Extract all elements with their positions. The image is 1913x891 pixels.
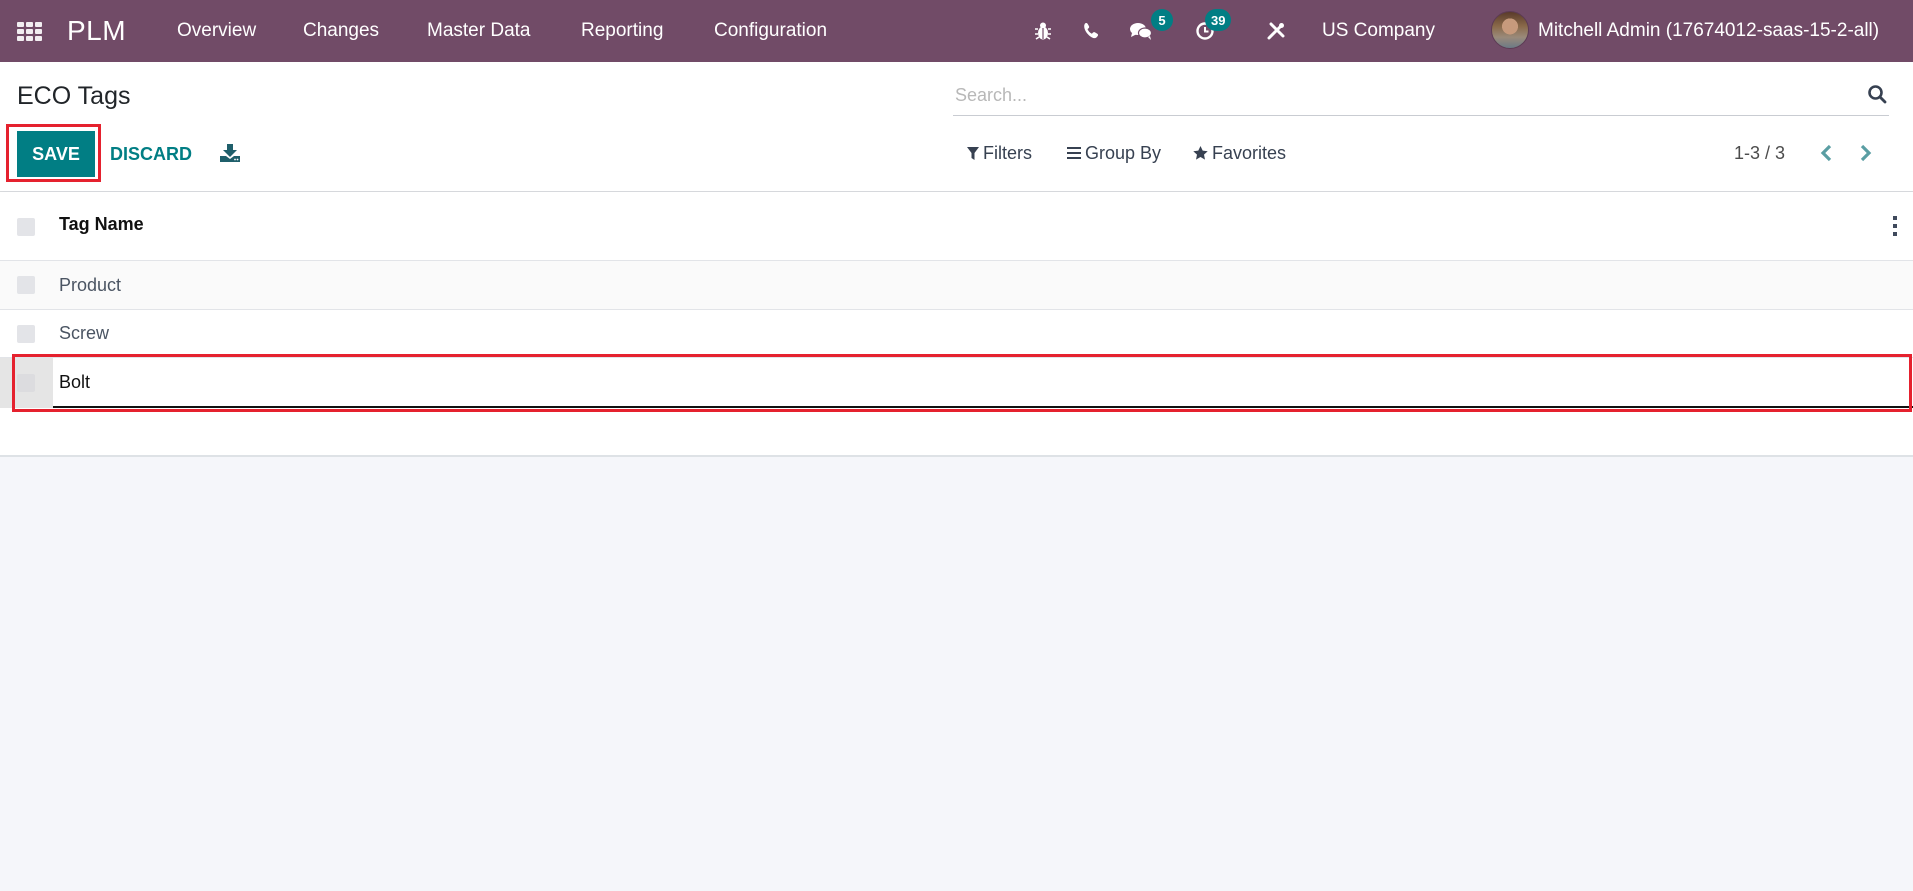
row-checkbox[interactable] (17, 325, 35, 343)
row-checkbox[interactable] (17, 374, 35, 392)
table-row[interactable]: Screw (0, 310, 1913, 358)
column-header-tag-name[interactable]: Tag Name (59, 214, 144, 235)
user-avatar[interactable] (1491, 11, 1529, 49)
favorites-button[interactable]: Favorites (1193, 140, 1286, 166)
download-icon[interactable] (218, 140, 242, 166)
menu-master-data[interactable]: Master Data (427, 0, 530, 62)
control-panel: ECO Tags SAVE DISCARD Filters Group By F… (0, 62, 1913, 192)
top-navbar: PLM Overview Changes Master Data Reporti… (0, 0, 1913, 62)
tags-list: Tag Name Product Screw (0, 192, 1913, 457)
activities-badge: 39 (1205, 9, 1232, 31)
tag-name-cell: Product (59, 275, 122, 295)
chat-icon[interactable] (1128, 0, 1154, 62)
tools-icon[interactable] (1263, 0, 1289, 62)
messages-badge: 5 (1151, 9, 1173, 31)
company-switcher[interactable]: US Company (1322, 0, 1435, 62)
pager-next-icon[interactable] (1852, 138, 1880, 168)
groupby-button[interactable]: Group By (1067, 140, 1161, 166)
menu-overview[interactable]: Overview (177, 0, 256, 62)
tag-name-cell: Screw (59, 323, 110, 343)
pager-value[interactable]: 1-3 / 3 (1734, 140, 1785, 166)
pager-previous-icon[interactable] (1812, 138, 1840, 168)
tag-name-input[interactable] (53, 358, 1913, 408)
apps-menu-icon[interactable] (17, 0, 44, 62)
phone-icon[interactable] (1078, 0, 1104, 62)
save-button[interactable]: SAVE (17, 131, 95, 177)
select-all-checkbox[interactable] (17, 218, 35, 236)
menu-reporting[interactable]: Reporting (581, 0, 663, 62)
discard-button[interactable]: DISCARD (110, 131, 192, 177)
menu-configuration[interactable]: Configuration (714, 0, 827, 62)
search-input[interactable] (955, 80, 1835, 110)
optional-columns-icon[interactable] (1891, 216, 1899, 236)
search-icon[interactable] (1867, 84, 1889, 106)
filter-icon (967, 146, 979, 160)
filters-label: Filters (983, 142, 1032, 163)
table-header: Tag Name (0, 192, 1913, 261)
star-icon (1193, 146, 1208, 160)
groupby-label: Group By (1085, 142, 1162, 163)
bug-icon[interactable] (1030, 0, 1056, 62)
editing-row[interactable] (0, 358, 1913, 408)
menu-changes[interactable]: Changes (303, 0, 379, 62)
favorites-label: Favorites (1212, 142, 1287, 163)
search-bar (953, 74, 1889, 116)
row-selector (0, 358, 53, 408)
page-title: ECO Tags (17, 82, 131, 110)
app-brand[interactable]: PLM (67, 0, 126, 62)
user-menu[interactable]: Mitchell Admin (17674012-saas-15-2-all) (1538, 0, 1879, 62)
filters-button[interactable]: Filters (967, 140, 1032, 166)
list-icon (1067, 147, 1081, 159)
table-row[interactable]: Product (0, 261, 1913, 310)
row-checkbox[interactable] (17, 276, 35, 294)
